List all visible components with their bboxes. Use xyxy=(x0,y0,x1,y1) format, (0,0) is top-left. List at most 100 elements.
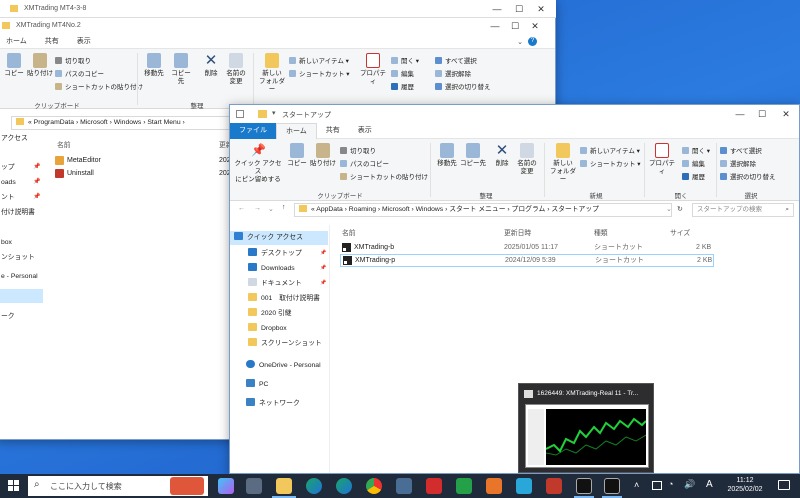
maximize-button[interactable]: ☐ xyxy=(508,20,522,32)
ime-indicator[interactable]: A xyxy=(706,479,713,490)
tab-share[interactable]: 共有 xyxy=(36,35,68,49)
edge-icon-2[interactable] xyxy=(336,478,352,494)
explorer-window-mt4-3-8-titlebar[interactable]: XMTrading MT4-3-8 — ☐ ✕ xyxy=(0,0,556,18)
tab-share[interactable]: 共有 xyxy=(317,124,349,138)
easy-access-button[interactable]: ショートカット ▾ xyxy=(580,158,641,168)
column-header-name[interactable]: 名前 xyxy=(57,139,71,149)
column-header-name[interactable]: 名前 xyxy=(342,227,356,237)
column-header-type[interactable]: 種類 xyxy=(594,227,608,237)
edit-button[interactable]: 編集 xyxy=(682,158,705,168)
invert-selection-button[interactable]: 選択の切り替え xyxy=(720,171,776,181)
calculator-icon[interactable] xyxy=(396,478,412,494)
file-explorer-icon[interactable] xyxy=(276,478,292,494)
sidebar-item-desktop[interactable]: ップ xyxy=(1,161,15,174)
sidebar-item-onedrive[interactable]: OneDrive - Personal xyxy=(246,359,321,372)
close-button[interactable]: ✕ xyxy=(779,108,793,120)
address-bar[interactable]: « ProgramData › Microsoft › Windows › St… xyxy=(11,116,233,130)
sidebar-item-downloads[interactable]: Downloads xyxy=(248,262,295,275)
window-title-row-mt4no2[interactable]: XMTrading MT4No.2 — ☐ ✕ xyxy=(0,18,546,34)
edge-browser-icon[interactable] xyxy=(306,478,322,494)
sidebar-item-quick-access[interactable]: クイック アクセス xyxy=(234,231,303,244)
sidebar-item-documents[interactable]: ント xyxy=(1,191,15,204)
notification-icon[interactable] xyxy=(778,480,790,490)
app-w-icon[interactable] xyxy=(516,478,532,494)
file-row-selected[interactable]: XMTrading-p 2024/12/09 5:39 ショートカット 2 KB xyxy=(340,254,714,267)
move-to-button[interactable]: 移動先 xyxy=(434,143,460,168)
copy-button[interactable]: コピー xyxy=(3,53,25,78)
mt4-icon-2[interactable] xyxy=(604,478,620,494)
easy-access-button[interactable]: ショートカット ▾ xyxy=(289,68,350,78)
task-view-icon[interactable] xyxy=(246,478,262,494)
copy-path-button[interactable]: パスのコピー xyxy=(55,68,104,78)
paste-shortcut-button[interactable]: ショートカットの貼り付け xyxy=(55,81,143,91)
copy-button[interactable]: コピー xyxy=(286,143,308,168)
delete-button[interactable]: ✕ 削除 xyxy=(201,53,221,78)
taskbar-search-box[interactable]: ⌕ ここに入力して検索 xyxy=(28,476,208,496)
network-status-icon[interactable] xyxy=(652,481,662,490)
new-item-button[interactable]: 新しいアイテム ▾ xyxy=(580,145,640,155)
mt4-icon-1[interactable] xyxy=(576,478,592,494)
delete-button[interactable]: ✕ 削除 xyxy=(492,143,512,168)
help-icon[interactable]: ? xyxy=(528,37,537,46)
sidebar-item-screenshots[interactable]: スクリーンショット xyxy=(248,337,322,350)
copy-to-button[interactable]: コピー先 xyxy=(460,143,486,168)
copy-path-button[interactable]: パスのコピー xyxy=(340,158,389,168)
sidebar-item-manual[interactable]: 001 取付け説明書 xyxy=(248,292,320,305)
maximize-button[interactable]: ☐ xyxy=(755,108,769,120)
paste-button[interactable]: 貼り付け xyxy=(310,143,336,168)
acrobat-icon[interactable] xyxy=(426,478,442,494)
chrome-icon[interactable] xyxy=(366,478,382,494)
select-none-button[interactable]: 選択解除 xyxy=(720,158,756,168)
file-row[interactable]: XMTrading-b 2025/01/05 11:17 ショートカット 2 K… xyxy=(340,241,714,254)
search-input[interactable]: スタートアップの検索 ⌕ xyxy=(692,203,794,217)
windows-start-icon[interactable] xyxy=(8,480,20,492)
sidebar-item-onedrive[interactable]: e - Personal xyxy=(1,270,38,283)
new-item-button[interactable]: 新しいアイテム ▾ xyxy=(289,55,349,65)
history-button[interactable]: 履歴 xyxy=(682,171,705,181)
properties-quick-icon[interactable] xyxy=(236,110,244,118)
sidebar-item-documents[interactable]: ドキュメント xyxy=(248,277,302,290)
sidebar-item-pc-selected[interactable] xyxy=(0,289,43,303)
file-row[interactable]: MetaEditor 202 xyxy=(55,154,235,167)
back-arrow-icon[interactable]: ← xyxy=(238,205,245,212)
title-bar[interactable]: ▾ スタートアップ — ☐ ✕ xyxy=(230,105,799,123)
new-folder-button[interactable]: 新しい フォルダー xyxy=(259,53,285,94)
volume-icon[interactable]: 🔊 xyxy=(684,479,695,490)
address-dropdown-icon[interactable]: ⌄ xyxy=(666,205,672,213)
rename-button[interactable]: 名前の 変更 xyxy=(516,143,538,176)
close-button[interactable]: ✕ xyxy=(534,3,548,15)
tab-view[interactable]: 表示 xyxy=(349,124,381,138)
sidebar-item-network[interactable]: ネットワーク xyxy=(246,397,300,410)
sidebar-item-desktop[interactable]: デスクトップ xyxy=(248,247,302,260)
ribbon-expand-icon[interactable]: ⌄ xyxy=(517,38,523,46)
column-header-date[interactable]: 更新日時 xyxy=(504,227,531,237)
wifi-icon[interactable]: ◔ xyxy=(668,479,673,489)
sidebar-item-dropbox[interactable]: Dropbox xyxy=(248,322,287,335)
tab-file[interactable]: ファイル xyxy=(230,122,276,139)
app-red-icon[interactable] xyxy=(546,478,562,494)
taskbar-thumbnail-preview[interactable]: 1626449: XMTrading-Real 11 - Tr... xyxy=(518,383,654,473)
tab-home[interactable]: ホーム xyxy=(0,35,36,49)
sidebar-item-manual[interactable]: 付け説明書 xyxy=(1,206,35,219)
tab-home[interactable]: ホーム xyxy=(276,122,317,139)
select-all-button[interactable]: すべて選択 xyxy=(720,145,762,155)
cut-button[interactable]: 切り取り xyxy=(340,145,376,155)
maximize-button[interactable]: ☐ xyxy=(512,3,526,15)
copilot-icon[interactable] xyxy=(218,478,234,494)
tab-view[interactable]: 表示 xyxy=(68,35,100,49)
app-s-icon[interactable] xyxy=(456,478,472,494)
refresh-icon[interactable]: ↻ xyxy=(677,205,683,213)
clock[interactable]: 11:12 2025/02/02 xyxy=(718,477,772,493)
dropdown-icon[interactable]: ▾ xyxy=(272,109,276,117)
cut-button[interactable]: 切り取り xyxy=(55,55,91,65)
properties-button[interactable]: プロパティ xyxy=(359,53,387,86)
explorer-window-startup[interactable]: ▾ スタートアップ — ☐ ✕ ファイル ホーム 共有 表示 📌 クイック アクセ… xyxy=(229,104,800,474)
pin-quick-access-button[interactable]: 📌 クイック アクセス にピン留めする xyxy=(234,143,282,184)
properties-button[interactable]: プロパティ xyxy=(646,143,678,176)
invert-selection-button[interactable]: 選択の切り替え xyxy=(435,81,491,91)
close-button[interactable]: ✕ xyxy=(528,20,542,32)
chevron-up-icon[interactable]: ˄ xyxy=(634,480,639,490)
sidebar-item-screenshots[interactable]: ンショット xyxy=(1,251,35,264)
open-button[interactable]: 開く ▾ xyxy=(391,55,419,65)
paste-shortcut-button[interactable]: ショートカットの貼り付け xyxy=(340,171,428,181)
